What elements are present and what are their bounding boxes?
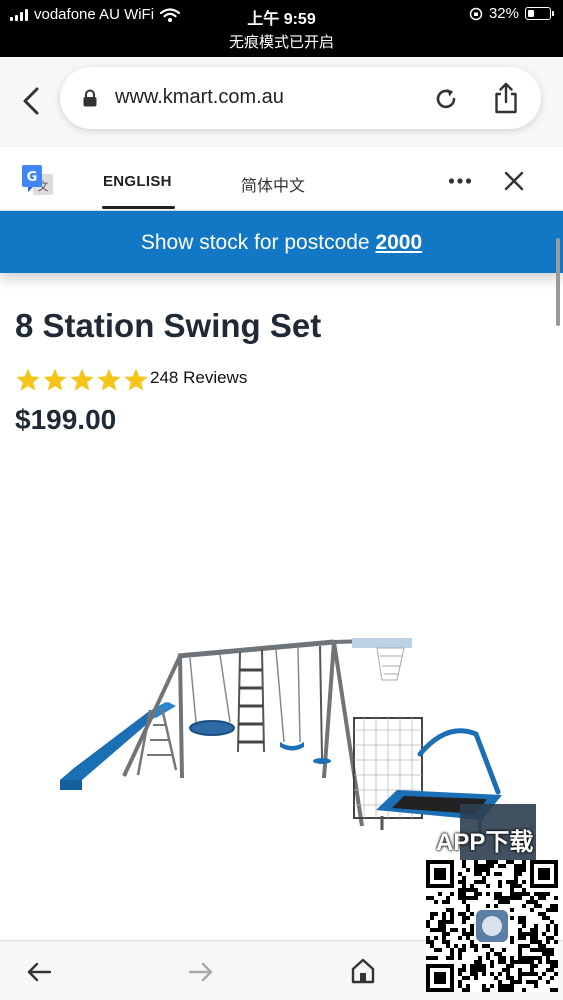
lock-icon [83,89,97,107]
more-icon[interactable] [448,177,472,185]
postcode-label: Show stock for postcode [140,231,376,254]
postcode-link[interactable]: 2000 [375,231,422,254]
tab-english-indicator [102,206,175,209]
private-mode-banner: 无痕模式已开启 [0,30,563,57]
battery-percent: 32% [488,5,519,22]
tab-chinese[interactable]: 简体中文 [241,172,305,196]
close-icon[interactable] [503,170,525,192]
nav-back-icon[interactable] [26,961,52,983]
url-text[interactable]: www.kmart.com.au [115,86,284,109]
address-bar[interactable]: www.kmart.com.au [60,67,541,129]
product-price: $199.00 [15,404,117,435]
reload-icon[interactable] [432,85,460,113]
postcode-bar[interactable]: Show stock for postcode 2000 [0,211,563,273]
status-right: 32% [469,5,554,22]
tab-english[interactable]: ENGLISH [103,173,172,190]
qr-code[interactable] [426,860,558,992]
orientation-lock-icon [469,7,483,20]
svg-text:G: G [27,170,38,185]
share-icon[interactable] [493,81,519,115]
browser-toolbar: www.kmart.com.au [0,57,563,147]
product-title: 8 Station Swing Set [15,307,322,344]
scroll-indicator[interactable] [556,238,560,326]
star-icon [124,368,148,391]
star-icon [97,368,121,391]
nav-forward-icon[interactable] [188,961,214,983]
status-bar: vodafone AU WiFi 上午 9:59 32% [0,0,563,30]
postcode-text: Show stock for postcode 2000 [141,231,422,255]
star-icon [70,368,94,391]
back-chevron-icon[interactable] [18,81,44,121]
reviews-link[interactable]: 248 Reviews [150,368,247,388]
star-icon [43,368,67,391]
battery-icon [525,7,554,20]
app-download-label[interactable]: APP下载 [436,822,533,857]
app-download-overlay[interactable]: APP下载 [424,804,563,1000]
translate-bar: 文 G ENGLISH 简体中文 [0,147,563,211]
star-icon [16,368,40,391]
home-icon[interactable] [351,958,375,984]
google-translate-icon: 文 G [22,165,53,195]
rating-stars[interactable] [15,367,149,393]
